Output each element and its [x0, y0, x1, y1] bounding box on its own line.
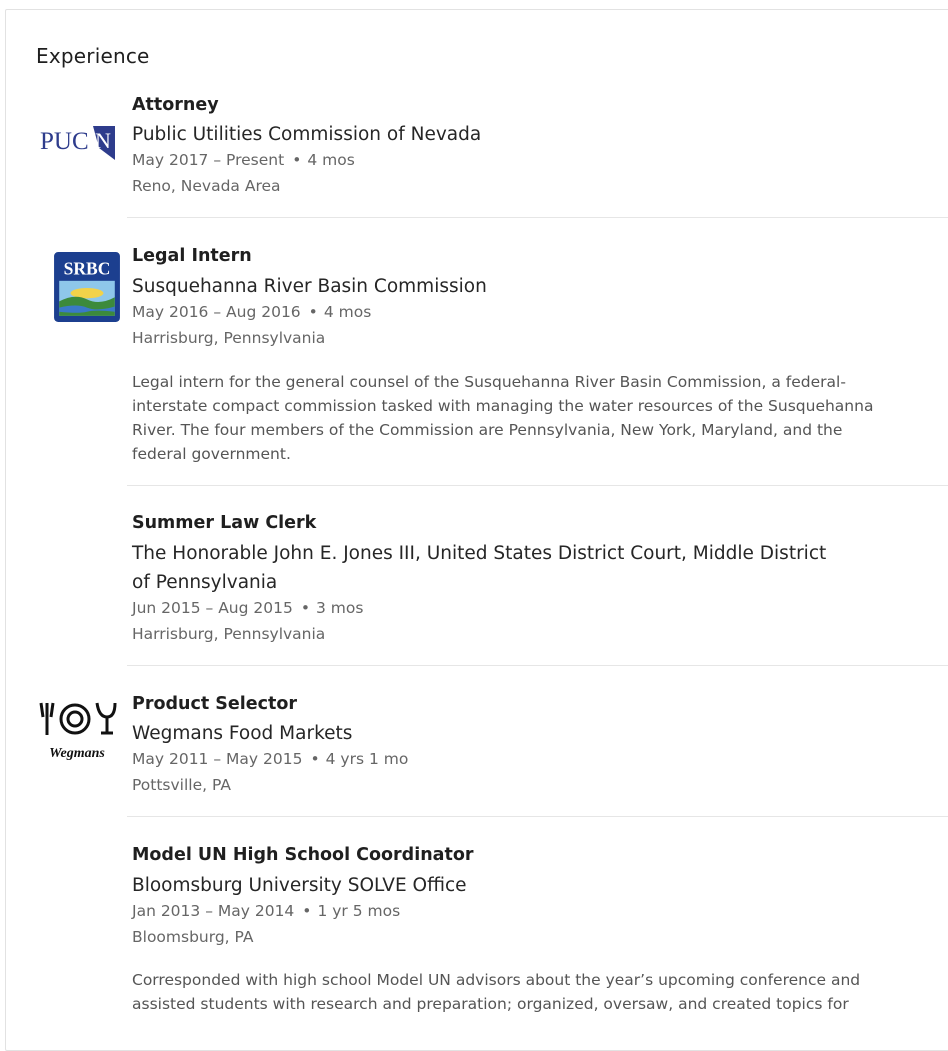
- svg-text:N: N: [95, 128, 111, 153]
- company-name[interactable]: Wegmans Food Markets: [132, 719, 832, 748]
- job-location: Harrisburg, Pennsylvania: [132, 625, 326, 643]
- date-range: May 2016 – Aug 2016 • 4 mos: [132, 303, 372, 321]
- job-title[interactable]: Summer Law Clerk: [132, 513, 316, 533]
- svg-text:SRBC: SRBC: [64, 259, 111, 279]
- job-title[interactable]: Legal Intern: [132, 246, 252, 266]
- entry-divider: [127, 485, 948, 486]
- job-location: Pottsville, PA: [132, 776, 231, 794]
- date-range: Jun 2015 – Aug 2015 • 3 mos: [132, 599, 364, 617]
- entry-divider: [127, 665, 948, 666]
- company-name[interactable]: Susquehanna River Basin Commission: [132, 272, 832, 301]
- entry-divider: [127, 217, 948, 218]
- date-range: Jan 2013 – May 2014 • 1 yr 5 mos: [132, 902, 401, 920]
- date-range: May 2011 – May 2015 • 4 yrs 1 mo: [132, 750, 409, 768]
- date-range: May 2017 – Present • 4 mos: [132, 151, 355, 169]
- job-title[interactable]: Attorney: [132, 95, 219, 115]
- wegmans-logo-text: Wegmans: [49, 746, 105, 761]
- job-description: Legal intern for the general counsel of …: [132, 373, 874, 463]
- entry-divider: [127, 816, 948, 817]
- job-location: Bloomsburg, PA: [132, 928, 254, 946]
- pucn-logo-text: PUC: [40, 128, 89, 155]
- job-location: Harrisburg, Pennsylvania: [132, 329, 326, 347]
- job-title[interactable]: Product Selector: [132, 694, 297, 714]
- pucn-logo: PUC N: [40, 126, 115, 160]
- job-description: Corresponded with high school Model UN a…: [132, 971, 861, 1013]
- srbc-logo: SRBC: [54, 252, 120, 322]
- wegmans-logo: Wegmans: [39, 702, 117, 761]
- job-location: Reno, Nevada Area: [132, 177, 281, 195]
- company-name[interactable]: The Honorable John E. Jones III, United …: [132, 539, 832, 597]
- section-title: Experience: [36, 44, 150, 68]
- company-name[interactable]: Bloomsburg University SOLVE Office: [132, 871, 832, 900]
- job-title[interactable]: Model UN High School Coordinator: [132, 845, 474, 865]
- company-name[interactable]: Public Utilities Commission of Nevada: [132, 120, 832, 149]
